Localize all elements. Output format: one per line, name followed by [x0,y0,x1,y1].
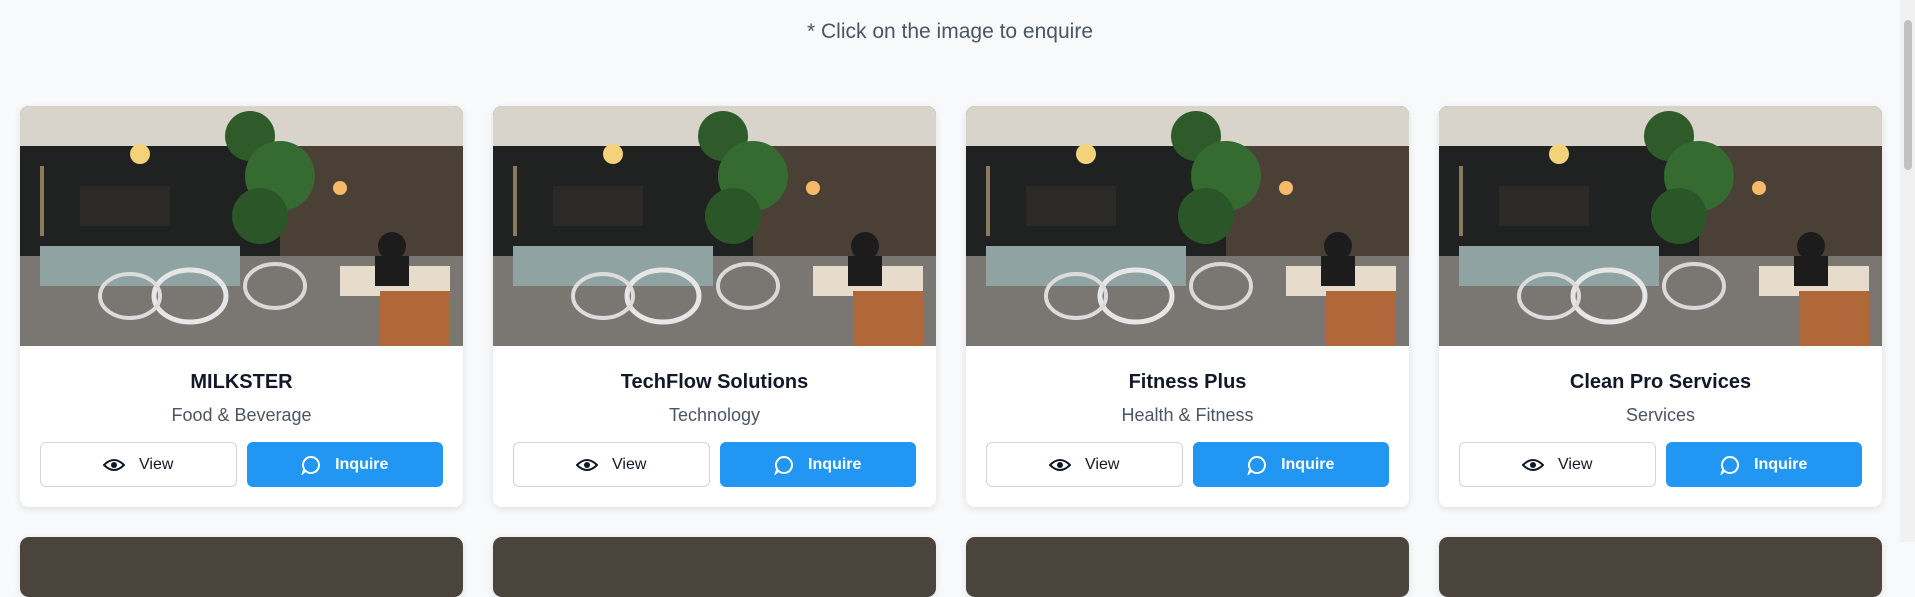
view-button-label: View [1558,455,1593,473]
listing-image[interactable] [20,537,463,597]
cafe-photo [20,106,463,346]
view-button[interactable]: View [986,442,1183,487]
enquire-hint: * Click on the image to enquire [807,20,1093,43]
inquire-button-label: Inquire [1281,455,1335,473]
inquire-button[interactable]: Inquire [1192,442,1389,487]
eye-icon [576,457,599,473]
inquire-button-label: Inquire [808,455,862,473]
listing-image[interactable] [1439,537,1882,597]
inquire-button[interactable]: Inquire [246,442,443,487]
listing-card: Fitness Plus Health & Fitness View Inqui… [966,106,1409,507]
inquire-button[interactable]: Inquire [719,442,916,487]
inquire-button-label: Inquire [335,455,389,473]
listing-card: TechFlow Solutions Technology View Inqui… [493,106,936,507]
listing-card: Clean Pro Services Services View Inquire [1439,106,1882,507]
chat-bubble-icon [301,455,321,475]
view-button-label: View [612,455,647,473]
listing-card-partial [493,537,936,597]
listing-image[interactable] [966,106,1409,346]
listing-image[interactable] [1439,106,1882,346]
view-button-label: View [1085,455,1120,473]
listing-category: Technology [668,405,761,425]
listing-image[interactable] [493,537,936,597]
eye-icon [1049,457,1072,473]
listing-name: MILKSTER [190,371,293,393]
cafe-photo [1439,106,1882,346]
chat-bubble-icon [1247,455,1267,475]
listing-category: Services [1625,405,1696,425]
listing-image[interactable] [493,106,936,346]
chat-bubble-icon [774,455,794,475]
view-button[interactable]: View [1459,442,1656,487]
listing-name: Fitness Plus [1128,371,1247,393]
eye-icon [103,457,126,473]
view-button-label: View [139,455,174,473]
scrollbar-thumb[interactable] [1904,20,1912,170]
view-button[interactable]: View [40,442,237,487]
listing-image[interactable] [20,106,463,346]
listing-card-partial [20,537,463,597]
eye-icon [1522,457,1545,473]
cafe-photo [966,106,1409,346]
listing-card: MILKSTER Food & Beverage View Inquire [20,106,463,507]
listing-card-partial [966,537,1409,597]
listing-category: Health & Fitness [1121,405,1254,425]
cafe-photo [493,106,936,346]
listing-name: Clean Pro Services [1569,371,1752,393]
listing-name: TechFlow Solutions [620,371,809,393]
listing-category: Food & Beverage [171,405,312,425]
page-scrollbar[interactable] [1900,0,1915,542]
chat-bubble-icon [1720,455,1740,475]
listing-card-partial [1439,537,1882,597]
listing-grid: MILKSTER Food & Beverage View Inquire Te… [20,106,1882,597]
listing-image[interactable] [966,537,1409,597]
inquire-button[interactable]: Inquire [1665,442,1862,487]
view-button[interactable]: View [513,442,710,487]
inquire-button-label: Inquire [1754,455,1808,473]
